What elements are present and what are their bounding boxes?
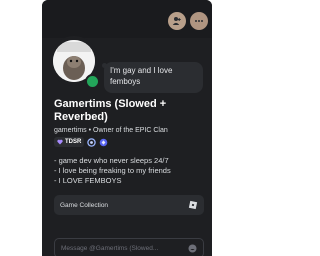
game-collection-card[interactable]: Game Collection bbox=[54, 195, 204, 215]
avatar[interactable] bbox=[49, 36, 100, 89]
page: I'm gay and I love femboys Gamertims (Sl… bbox=[0, 0, 256, 256]
online-status-icon bbox=[85, 74, 100, 89]
add-friend-icon bbox=[172, 17, 181, 25]
profile-card: I'm gay and I love femboys Gamertims (Sl… bbox=[42, 0, 212, 256]
message-input[interactable]: Message @Gamertims (Slowed... bbox=[54, 238, 204, 256]
server-tag-badge[interactable]: TDSR bbox=[54, 137, 85, 147]
server-tag: TDSR bbox=[65, 139, 82, 145]
bio: - game dev who never sleeps 24/7 - I lov… bbox=[54, 156, 204, 186]
username[interactable]: gamertims bbox=[54, 127, 87, 134]
bio-line: - I love being freaking to my friends bbox=[54, 166, 171, 175]
emoji-icon[interactable] bbox=[188, 244, 197, 253]
game-collection-label: Game Collection bbox=[60, 201, 109, 209]
message-placeholder: Message @Gamertims (Slowed... bbox=[61, 244, 159, 252]
boost-badge-icon[interactable] bbox=[99, 138, 108, 147]
separator: • bbox=[88, 127, 92, 134]
more-button[interactable] bbox=[190, 12, 208, 30]
roblox-icon bbox=[188, 200, 198, 210]
username-line: gamertims • Owner of the EPIC Clan bbox=[54, 126, 209, 135]
profile-banner bbox=[42, 0, 212, 38]
pronouns: Owner of the EPIC Clan bbox=[93, 127, 168, 134]
bio-line: - game dev who never sleeps 24/7 bbox=[54, 156, 169, 165]
add-friend-button[interactable] bbox=[168, 12, 186, 30]
custom-status: I'm gay and I love femboys bbox=[104, 62, 203, 93]
heart-icon bbox=[57, 139, 63, 145]
bio-line: - I LOVE FEMBOYS bbox=[54, 176, 122, 185]
badge-row: TDSR bbox=[54, 137, 108, 147]
more-icon bbox=[195, 20, 203, 22]
display-name: Gamertims (Slowed + Reverbed) bbox=[54, 98, 167, 123]
nitro-badge-icon[interactable] bbox=[87, 137, 97, 147]
